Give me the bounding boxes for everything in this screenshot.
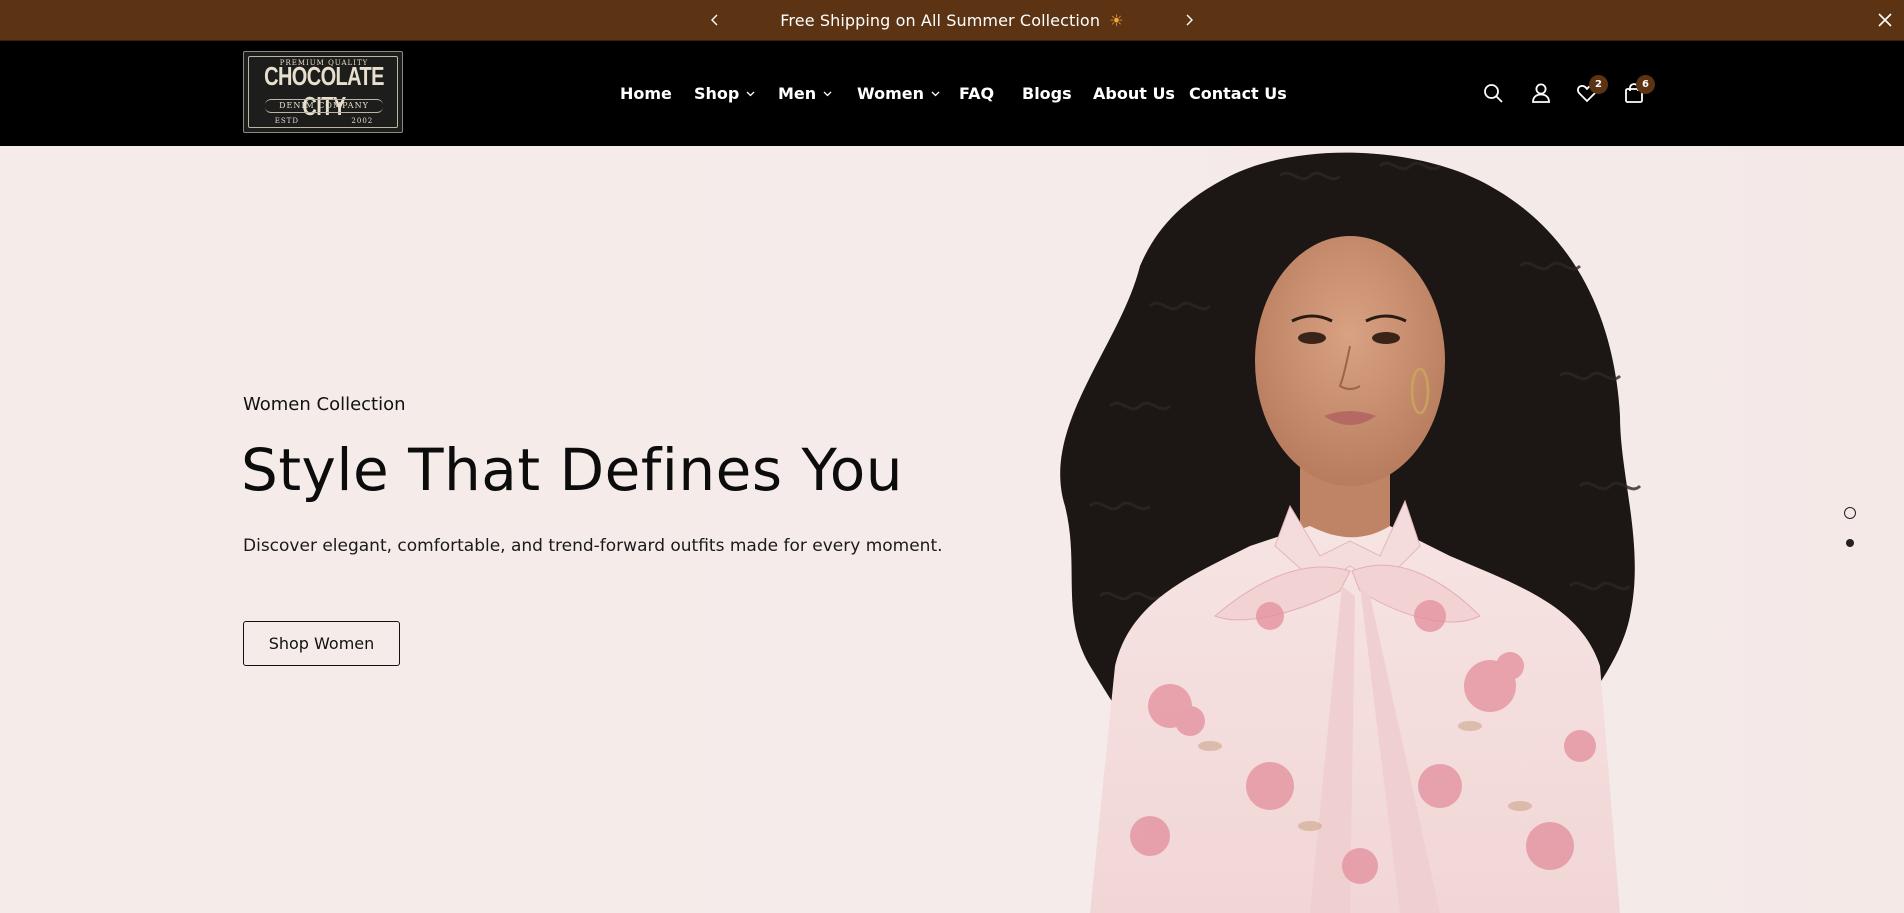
logo-subtitle: DENIM COMPANY	[279, 101, 369, 110]
site-header: PREMIUM QUALITY CHOCOLATE CITY DENIM COM…	[0, 41, 1904, 146]
shop-women-button[interactable]: Shop Women	[243, 621, 400, 666]
nav-label: Men	[778, 84, 817, 103]
nav-item-women[interactable]: Women	[857, 84, 940, 103]
search-button[interactable]	[1482, 82, 1506, 106]
hero-description: Discover elegant, comfortable, and trend…	[243, 536, 943, 556]
cart-button[interactable]: 6	[1623, 75, 1655, 106]
search-icon	[1482, 84, 1504, 108]
logo-established: ESTD 2002	[249, 117, 399, 125]
announcement-next-button[interactable]	[1179, 10, 1199, 30]
account-button[interactable]	[1530, 82, 1554, 106]
hero-eyebrow: Women Collection	[243, 394, 406, 415]
nav-item-home[interactable]: Home	[620, 84, 672, 103]
nav-label: Contact Us	[1189, 84, 1287, 103]
slide-dot-1[interactable]	[1843, 506, 1857, 520]
nav-label: About Us	[1093, 84, 1175, 103]
close-icon	[1878, 12, 1892, 31]
nav-label: FAQ	[959, 84, 995, 103]
hero-model-image	[1060, 152, 1642, 913]
announcement-text: Free Shipping on All Summer Collection ☀	[0, 0, 1904, 41]
slide-dot-2-active[interactable]	[1843, 536, 1857, 550]
sun-icon: ☀	[1109, 11, 1124, 30]
slide-dot-ring	[1844, 507, 1856, 519]
logo-estd: ESTD	[274, 117, 299, 125]
nav-label: Shop	[694, 84, 740, 103]
cart-count-badge: 6	[1636, 75, 1655, 94]
logo-frame: PREMIUM QUALITY CHOCOLATE CITY DENIM COM…	[248, 56, 398, 128]
chevron-down-icon	[823, 89, 832, 98]
user-icon	[1530, 83, 1552, 108]
nav-label: Blogs	[1022, 84, 1072, 103]
nav-label: Women	[857, 84, 924, 103]
nav-item-about-us[interactable]: About Us	[1093, 84, 1175, 103]
wishlist-count-badge: 2	[1589, 75, 1608, 94]
slide-dot-fill	[1846, 539, 1854, 547]
chevron-right-icon	[1183, 11, 1195, 30]
announcement-bar: Free Shipping on All Summer Collection ☀	[0, 0, 1904, 41]
chevron-down-icon	[931, 89, 940, 98]
chevron-down-icon	[746, 89, 755, 98]
nav-item-faq[interactable]: FAQ	[959, 84, 994, 103]
logo-brand-name: CHOCOLATE CITY	[264, 63, 384, 122]
announcement-message: Free Shipping on All Summer Collection	[780, 11, 1101, 30]
nav-item-shop[interactable]: Shop	[694, 84, 755, 103]
hero-banner: Women Collection Style That Defines You …	[0, 146, 1904, 913]
brand-logo[interactable]: PREMIUM QUALITY CHOCOLATE CITY DENIM COM…	[243, 51, 403, 133]
hero-headline: Style That Defines You	[241, 436, 903, 504]
announcement-close-button[interactable]	[1874, 10, 1896, 32]
logo-year: 2002	[351, 117, 374, 125]
nav-item-blogs[interactable]: Blogs	[1022, 84, 1072, 103]
nav-item-contact-us[interactable]: Contact Us	[1189, 84, 1287, 103]
wishlist-button[interactable]: 2	[1576, 75, 1608, 106]
nav-item-men[interactable]: Men	[778, 84, 832, 103]
nav-label: Home	[620, 84, 672, 103]
